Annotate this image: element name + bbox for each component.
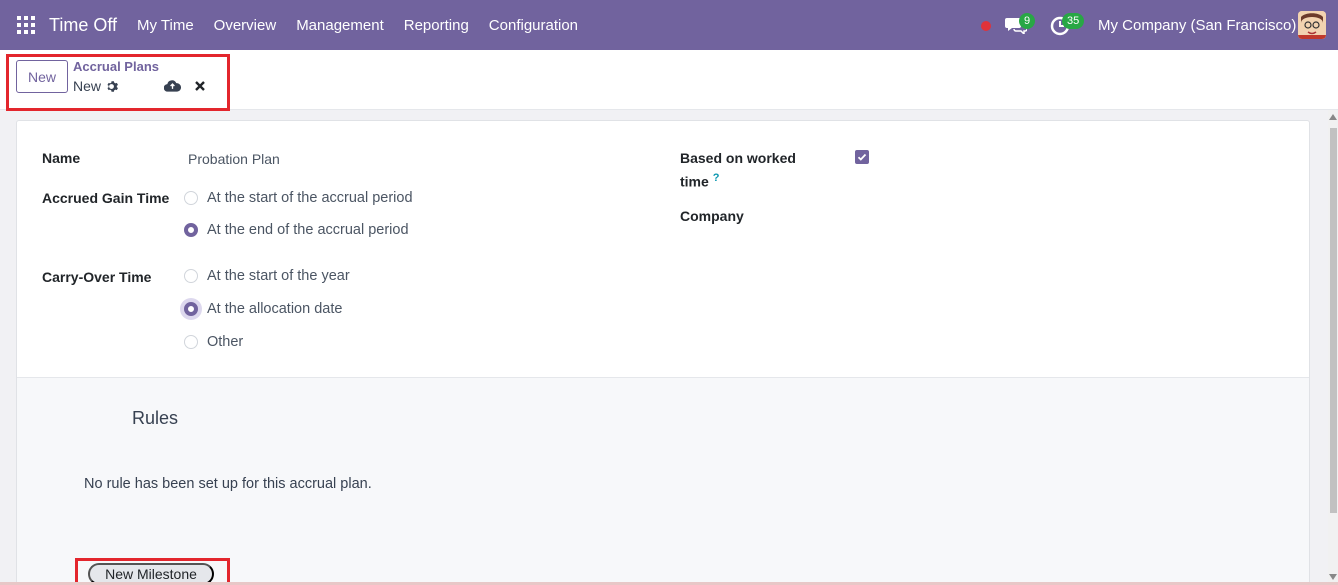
radio-button[interactable] bbox=[184, 269, 198, 283]
based-on-worked-time-label-text: time bbox=[680, 173, 709, 190]
main-menu: My Time Overview Management Reporting Co… bbox=[137, 17, 598, 34]
scroll-up-arrow-icon[interactable] bbox=[1329, 114, 1337, 120]
radio-label: Other bbox=[207, 334, 244, 350]
rules-title: Rules bbox=[132, 408, 179, 428]
apps-grid-icon[interactable] bbox=[17, 16, 35, 34]
radio-carryover-other[interactable]: Other bbox=[184, 334, 243, 350]
company-label: Company bbox=[680, 208, 744, 224]
based-on-worked-time-label-line2: time ? bbox=[680, 172, 719, 190]
radio-carryover-year-start[interactable]: At the start of the year bbox=[184, 268, 350, 284]
app-title[interactable]: Time Off bbox=[49, 15, 117, 36]
radio-accrual-start[interactable]: At the start of the accrual period bbox=[184, 190, 413, 206]
highlight-box-milestone bbox=[75, 558, 230, 585]
radio-accrual-end[interactable]: At the end of the accrual period bbox=[184, 222, 409, 238]
radio-button-checked[interactable] bbox=[184, 223, 198, 237]
rules-empty-message: No rule has been set up for this accrual… bbox=[84, 476, 372, 492]
accrued-gain-time-label: Accrued Gain Time bbox=[42, 190, 170, 206]
highlight-box-header bbox=[6, 54, 230, 111]
menu-overview[interactable]: Overview bbox=[214, 17, 277, 34]
radio-button[interactable] bbox=[184, 335, 198, 349]
checkmark-icon bbox=[857, 153, 867, 161]
user-avatar[interactable] bbox=[1298, 11, 1326, 39]
menu-my-time[interactable]: My Time bbox=[137, 17, 194, 34]
radio-label: At the end of the accrual period bbox=[207, 222, 409, 238]
name-field[interactable]: Probation Plan bbox=[188, 151, 280, 167]
radio-label: At the start of the accrual period bbox=[207, 190, 413, 206]
name-label: Name bbox=[42, 150, 81, 166]
radio-carryover-allocation-date[interactable]: At the allocation date bbox=[184, 301, 342, 317]
radio-button[interactable] bbox=[184, 191, 198, 205]
menu-management[interactable]: Management bbox=[296, 17, 384, 34]
based-on-worked-time-checkbox[interactable] bbox=[855, 150, 869, 164]
help-tooltip-icon[interactable]: ? bbox=[713, 172, 720, 184]
company-switcher[interactable]: My Company (San Francisco) bbox=[1098, 17, 1296, 34]
menu-reporting[interactable]: Reporting bbox=[404, 17, 469, 34]
radio-label: At the allocation date bbox=[207, 301, 343, 317]
carry-over-time-label: Carry-Over Time bbox=[42, 269, 152, 285]
top-navbar: Time Off My Time Overview Management Rep… bbox=[0, 0, 1338, 50]
status-dot-icon[interactable] bbox=[981, 21, 991, 31]
menu-configuration[interactable]: Configuration bbox=[489, 17, 578, 34]
radio-label: At the start of the year bbox=[207, 268, 350, 284]
radio-button-checked[interactable] bbox=[184, 302, 198, 316]
scrollbar-thumb[interactable] bbox=[1330, 128, 1337, 513]
scroll-down-arrow-icon[interactable] bbox=[1329, 574, 1337, 580]
messages-count-badge: 9 bbox=[1019, 13, 1036, 29]
activities-count-badge: 35 bbox=[1062, 13, 1085, 29]
based-on-worked-time-label-line1: Based on worked bbox=[680, 150, 796, 166]
